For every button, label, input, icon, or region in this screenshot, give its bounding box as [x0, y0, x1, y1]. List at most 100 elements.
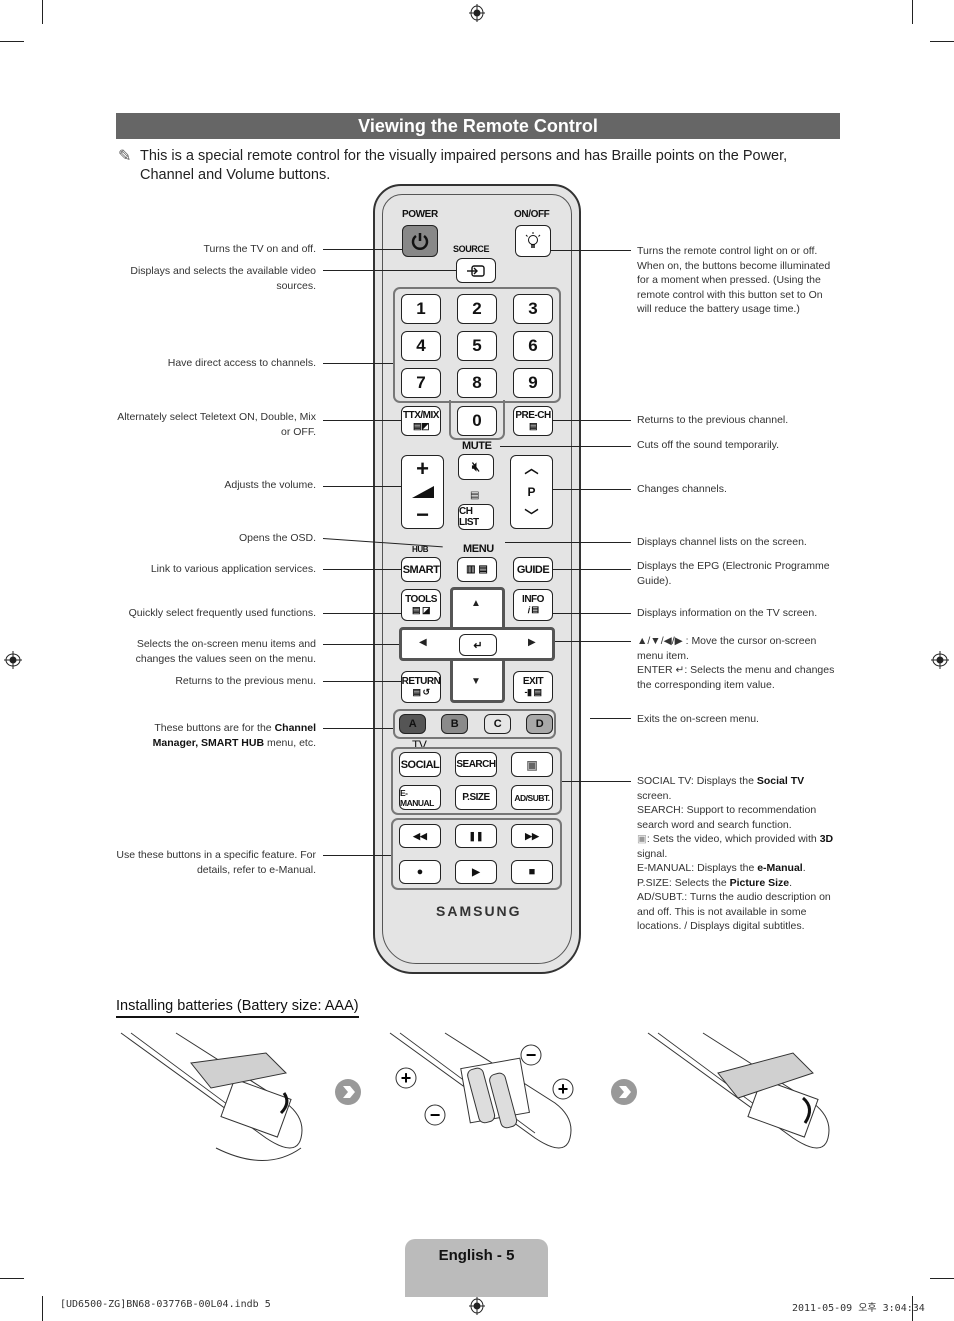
onoff-light-button[interactable] [515, 225, 551, 257]
exit-description: Exits the on-screen menu. [637, 713, 759, 725]
power-caption: POWER [402, 209, 438, 220]
number-button-1[interactable]: 1 [401, 294, 441, 324]
smart-features-description: SOCIAL TV: Displays the Social TV screen… [637, 775, 834, 932]
svg-text:+: + [558, 1079, 569, 1099]
leader-line [555, 641, 631, 642]
leader-line [590, 718, 631, 719]
ad-subt-button[interactable]: AD/SUBT. [511, 785, 553, 810]
3d-button[interactable]: ▣ [511, 752, 553, 777]
note: ✎ This is a special remote control for th… [118, 147, 838, 185]
dpad-up-button[interactable]: ▲ [471, 598, 481, 609]
color-button-a[interactable]: A [399, 714, 426, 734]
leader-line [323, 486, 401, 487]
return-button[interactable]: RETURN ▤ ↺ [401, 671, 441, 703]
number-button-3[interactable]: 3 [513, 294, 553, 324]
crop-mark [0, 41, 24, 42]
fast-forward-button[interactable]: ▶▶ [511, 824, 553, 848]
volume-up-icon: + [416, 455, 429, 481]
ch-list-button[interactable]: CH LIST [458, 504, 494, 530]
volume-description: Adjusts the volume. [224, 479, 316, 491]
3d-glasses-icon: ▣ [526, 757, 538, 772]
leader-line [551, 250, 631, 251]
record-button[interactable]: ● [399, 860, 441, 884]
battery-step-1-illustration [120, 1032, 303, 1161]
info-description: Displays information on the TV screen. [637, 607, 818, 619]
channel-p-label: P [527, 485, 536, 499]
pre-ch-label: PRE-CH [515, 410, 551, 421]
psize-key: P.SIZE [637, 876, 669, 889]
onoff-description: Turns the remote control light on or off… [637, 245, 831, 315]
enter-button[interactable]: ↵ [459, 634, 497, 656]
volume-rocker[interactable]: + − [401, 455, 444, 529]
dpad-right-button[interactable]: ▶ [528, 637, 536, 648]
number-button-5[interactable]: 5 [457, 331, 497, 361]
pause-button[interactable]: ❚❚ [455, 824, 497, 848]
emanual-key: E-MANUAL: [637, 862, 695, 874]
crop-mark [42, 0, 43, 24]
rewind-button[interactable]: ◀◀ [399, 824, 441, 848]
media-description: Use these buttons in a specific feature.… [116, 849, 316, 876]
number-button-0[interactable]: 0 [457, 406, 497, 436]
source-caption: SOURCE [453, 244, 490, 254]
color-button-c[interactable]: C [484, 714, 511, 734]
social-tv-button[interactable]: SOCIAL [399, 752, 441, 777]
mute-caption: MUTE [462, 440, 492, 452]
search-key: SEARCH [637, 804, 681, 816]
channel-rocker[interactable]: ︿ P ﹀ [510, 455, 553, 529]
stop-button[interactable]: ■ [511, 860, 553, 884]
crop-mark [42, 1296, 43, 1321]
exit-label: EXIT [522, 676, 544, 687]
exit-button[interactable]: EXIT -▮ ▤ [513, 671, 553, 703]
smart-hub-button[interactable]: SMART [401, 557, 441, 582]
number-button-9[interactable]: 9 [513, 368, 553, 398]
dpad-left-button[interactable]: ◀ [419, 637, 427, 648]
color-button-b[interactable]: B [441, 714, 468, 734]
psize-desc: : Selects the [668, 876, 730, 889]
mute-description: Cuts off the sound temporarily. [637, 439, 780, 451]
power-button[interactable] [402, 225, 438, 257]
play-button[interactable]: ▶ [455, 860, 497, 884]
color-buttons-description: These buttons are for the Channel Manage… [116, 721, 316, 750]
channel-up-icon: ︿ [524, 460, 539, 476]
menu-description: Opens the OSD. [238, 532, 316, 544]
tools-icon: ▤ ◪ [411, 605, 431, 615]
battery-step-2-illustration: + − − + [389, 1032, 574, 1149]
teletext-icon: ▤◩ [412, 421, 430, 431]
color-button-d[interactable]: D [526, 714, 553, 734]
channel-description: Changes channels. [637, 483, 727, 495]
tools-button[interactable]: TOOLS ▤ ◪ [401, 589, 441, 621]
page-number-tab: English - 5 [405, 1239, 548, 1297]
menu-button[interactable]: ▥ ▤ [457, 557, 497, 582]
tools-label: TOOLS [405, 594, 437, 605]
p-size-button[interactable]: P.SIZE [455, 785, 497, 810]
3d-glasses-icon: ▣ [637, 833, 647, 845]
guide-button[interactable]: GUIDE [513, 557, 553, 582]
ttx-mix-label: TTX/MIX [403, 410, 439, 421]
info-button[interactable]: INFO 𝑖 ▤ [513, 589, 553, 621]
source-button[interactable] [456, 258, 496, 283]
leader-line [323, 270, 456, 271]
mute-button[interactable]: 🔇︎ [458, 454, 494, 480]
number-button-2[interactable]: 2 [457, 294, 497, 324]
number-button-4[interactable]: 4 [401, 331, 441, 361]
leader-line [553, 569, 631, 570]
pre-ch-button[interactable]: PRE-CH ▤ [513, 406, 553, 436]
onoff-caption: ON/OFF [514, 209, 550, 220]
e-manual-button[interactable]: E-MANUAL [399, 785, 441, 810]
ttx-mix-button[interactable]: TTX/MIX ▤◩ [401, 406, 441, 436]
ch-list-description: Displays channel lists on the screen. [637, 536, 807, 548]
leader-line [553, 420, 631, 421]
registration-mark-icon [469, 1297, 485, 1315]
pencil-note-icon: ✎ [118, 148, 132, 165]
color-desc-part: These buttons are for the [154, 722, 272, 734]
number-button-8[interactable]: 8 [457, 368, 497, 398]
number-button-6[interactable]: 6 [513, 331, 553, 361]
registration-mark-icon [931, 651, 949, 669]
emanual-desc: Displays the [694, 862, 758, 874]
threed-end: signal. [637, 847, 668, 860]
number-button-7[interactable]: 7 [401, 368, 441, 398]
dpad-down-button[interactable]: ▼ [471, 676, 481, 687]
registration-mark-icon [469, 4, 485, 22]
search-button[interactable]: SEARCH [455, 752, 497, 777]
svg-text:+: + [401, 1068, 412, 1088]
